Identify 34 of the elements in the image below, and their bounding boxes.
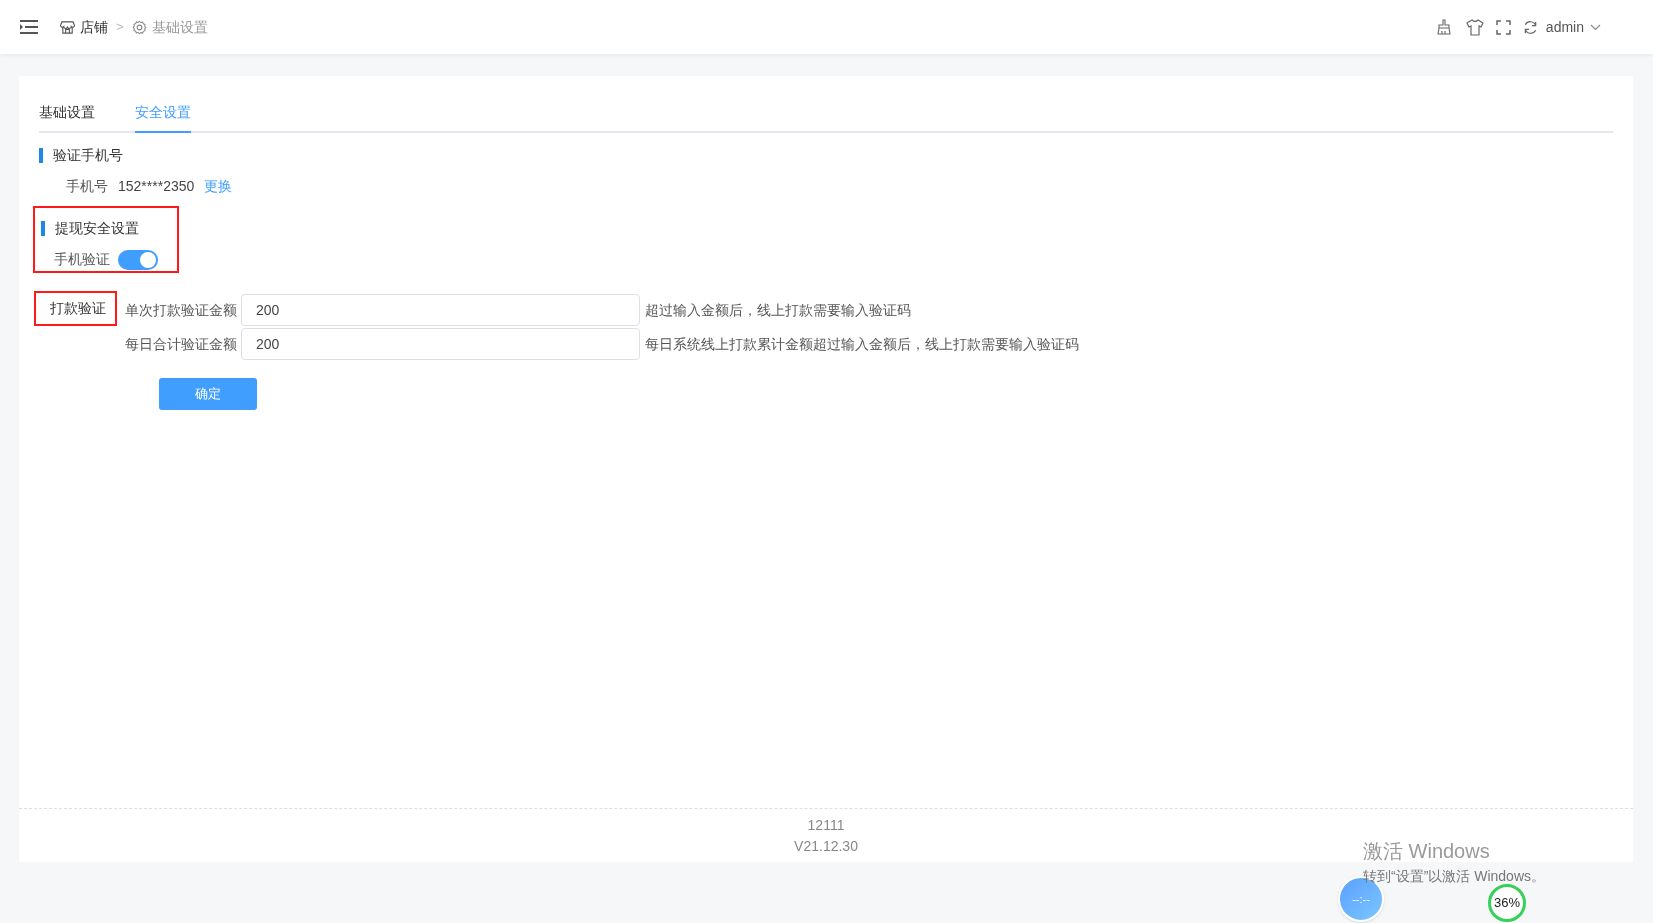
percent-text: 36% (1494, 894, 1520, 913)
field-label: 每日合计验证金额 (124, 334, 237, 354)
amount-input[interactable]: 200 (241, 328, 640, 360)
activation-title: 激活 Windows (1363, 839, 1491, 864)
chevron-down-icon[interactable] (1590, 23, 1601, 31)
section-marker (41, 221, 45, 236)
section-marker (39, 147, 43, 163)
menu-icon[interactable] (20, 19, 38, 35)
section-label: 打款验证 (34, 291, 117, 326)
breadcrumb-current: 基础设置 (151, 17, 208, 37)
refresh-icon[interactable] (1522, 19, 1538, 35)
shop-icon (60, 19, 75, 35)
breadcrumb-separator: > (116, 18, 124, 37)
phone-number: 152****2350 (118, 177, 195, 196)
hint-text: 超过输入金额后，线上打款需要输入验证码 (645, 300, 911, 320)
section-title: 提现安全设置 (55, 219, 139, 238)
shirt-icon[interactable] (1465, 18, 1484, 36)
field-label: 单次打款验证金额 (124, 300, 237, 320)
section-title: 验证手机号 (53, 145, 123, 165)
hint-text: 每日系统线上打款累计金额超过输入金额后，线上打款需要输入验证码 (645, 334, 1079, 354)
brush-icon[interactable] (1435, 19, 1452, 35)
clock-text: --:-- (1352, 891, 1370, 907)
amount-input[interactable]: 200 (241, 294, 640, 326)
toggle-label: 手机验证 (54, 250, 110, 269)
tab[interactable]: 基础设置 (39, 102, 95, 133)
fullscreen-icon[interactable] (1495, 19, 1511, 35)
footer-text: V21.12.30 (794, 837, 858, 856)
settings-icon (131, 19, 147, 35)
footer-text: 12111 (807, 816, 845, 835)
breadcrumb-link[interactable]: 店铺 (80, 16, 108, 38)
toggle-switch[interactable] (118, 249, 158, 270)
field-label: 手机号 (66, 177, 108, 196)
gauge-ring[interactable]: 36% (1488, 884, 1526, 922)
user-name[interactable]: admin (1545, 16, 1584, 38)
